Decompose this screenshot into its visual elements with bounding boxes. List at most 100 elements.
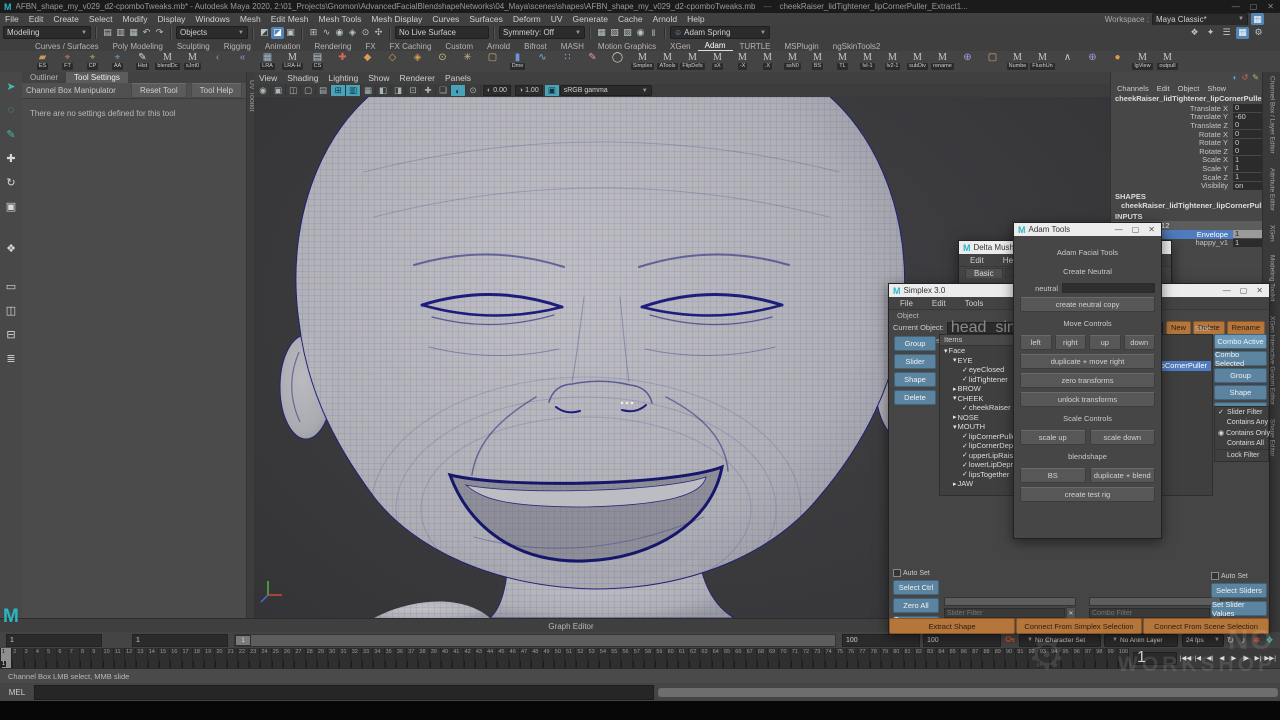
safe-action-icon[interactable]: ▥ [346,85,361,96]
timeline-frame-8[interactable]: 8 [79,648,90,668]
shelf-tab-xgen[interactable]: XGen [663,42,697,51]
connect-from-simplex-selection-button[interactable]: Connect From Simplex Selection [1016,618,1142,634]
mel-script-icon[interactable]: MsJnt0 [180,52,205,72]
collapsed-arrow-icon[interactable]: ▸ [953,480,957,488]
duplicate-move-right-button[interactable]: duplicate + move right [1020,354,1155,369]
camera-select-icon[interactable]: ◉ [256,85,271,96]
joint-tool-icon[interactable]: ⌖AA [105,52,130,72]
select-tool-icon[interactable]: ➤ [2,78,20,94]
menu-arnold[interactable]: Arnold [648,14,683,24]
sphere-icon[interactable]: ● [1105,52,1130,72]
field-chart-icon[interactable]: ⊞ [331,85,346,96]
minimize-button[interactable]: — [1232,2,1240,11]
timeline-frame-7[interactable]: 7 [68,648,79,668]
time-slider[interactable]: 1123456789101112131415161718192021222324… [0,648,1129,668]
timeline-frame-32[interactable]: 32 [350,648,361,668]
exposure-field[interactable]: ◐0.00 [483,85,511,96]
timeline-frame-64[interactable]: 64 [711,648,722,668]
shelf-tab-sculpting[interactable]: Sculpting [170,42,217,51]
step-back-frame-button[interactable]: ◀| [1204,651,1215,665]
timeline-frame-14[interactable]: 14 [147,648,158,668]
timeline-frame-45[interactable]: 45 [496,648,507,668]
workspace-select[interactable]: Maya Classic*▼ [1152,13,1248,26]
menu-select[interactable]: Select [84,14,118,24]
timeline-frame-1[interactable]: 11 [0,648,11,668]
diamond-icon[interactable]: ◇ [380,52,405,72]
reset-tool-button[interactable]: Reset Tool [131,83,187,98]
timeline-frame-91[interactable]: 91 [1015,648,1026,668]
mel-script-icon[interactable]: MblendDc [155,52,180,72]
tree-item-eye[interactable]: ▾EYE [940,356,1020,366]
lasso-icon[interactable]: ◯ [605,52,630,72]
move-down-button[interactable]: down [1124,335,1156,350]
mel-script-icon[interactable]: Mrename [930,52,955,72]
mel-script-icon[interactable]: MSimplex [630,52,655,72]
timeline-frame-20[interactable]: 20 [214,648,225,668]
slider-value-track[interactable] [944,597,1076,606]
tab-outliner[interactable]: Outliner [22,72,66,83]
barrel-icon[interactable]: ▮Dme [505,52,530,72]
modeling-toolkit-icon[interactable]: ❖ [1188,27,1201,39]
timeline-frame-49[interactable]: 49 [542,648,553,668]
timeline-frame-10[interactable]: 10 [102,648,113,668]
select-object-icon[interactable]: ◪ [271,27,284,39]
timeline-frame-54[interactable]: 54 [598,648,609,668]
menu-display[interactable]: Display [153,14,191,24]
mel-script-icon[interactable]: MsubDiv [905,52,930,72]
menu-mesh-tools[interactable]: Mesh Tools [314,14,367,24]
render-sequence-icon[interactable]: ▨ [621,27,634,39]
ipr-render-icon[interactable]: ▧ [608,27,621,39]
timeline-frame-70[interactable]: 70 [778,648,789,668]
timeline-frame-59[interactable]: 59 [654,648,665,668]
tree-item-nose[interactable]: ▸NOSE [940,413,1020,423]
expanded-arrow-icon[interactable]: ▾ [944,347,948,355]
menu-mesh[interactable]: Mesh [235,14,266,24]
render-settings-icon[interactable]: ◉ [634,27,647,39]
timeline-frame-96[interactable]: 96 [1072,648,1083,668]
timeline-frame-55[interactable]: 55 [609,648,620,668]
viewport-menu-shading[interactable]: Shading [282,73,323,83]
maximize-button[interactable]: ▢ [1132,225,1140,234]
timeline-frame-51[interactable]: 51 [564,648,575,668]
expanded-arrow-icon[interactable]: ▾ [953,356,957,364]
range-slider[interactable]: 1 [234,634,836,647]
mel-script-icon[interactable]: M.X [755,52,780,72]
maximize-button[interactable]: ▢ [1240,286,1248,295]
mel-script-icon[interactable]: MTL [830,52,855,72]
points-icon[interactable]: ∷ [555,52,580,72]
textured-icon[interactable]: ⊡ [406,85,421,96]
sphere-grid-icon[interactable]: ⊕ [955,52,980,72]
mel-script-icon[interactable]: MFlushUn [1030,52,1055,72]
step-back-key-button[interactable]: |◀ [1192,651,1203,665]
shape-node-name[interactable]: cheekRaiser_lidTightener_lipCornerPuller… [1111,201,1263,210]
timeline-frame-85[interactable]: 85 [948,648,959,668]
shelf-tab-adam[interactable]: Adam [698,41,733,51]
grab-icon[interactable]: ▢ [480,52,505,72]
timeline-frame-61[interactable]: 61 [677,648,688,668]
tree-item-lipstogether[interactable]: ✓lipsTogether [940,470,1020,480]
tree-item-jaw[interactable]: ▸JAW [940,479,1020,489]
timeline-frame-95[interactable]: 95 [1060,648,1071,668]
combo-selected-button[interactable]: Combo Selected [1214,351,1267,366]
timeline-frame-17[interactable]: 17 [181,648,192,668]
shelf-tab-fx-caching[interactable]: FX Caching [383,42,439,51]
graph-editor-bar[interactable]: Graph Editor [254,618,888,633]
move-left-button[interactable]: left [1020,335,1052,350]
timeline-frame-25[interactable]: 25 [271,648,282,668]
filter-option-contains-any[interactable]: Contains Any [1215,418,1268,429]
snap-to-grid-icon[interactable]: ⊞ [307,27,320,39]
timeline-frame-39[interactable]: 39 [429,648,440,668]
double-arrow-icon[interactable]: « [230,52,255,72]
maximize-button[interactable]: ▢ [1250,2,1258,11]
simplex-menu-file[interactable]: File [895,299,918,308]
grid-icon[interactable]: ▣ [271,85,286,96]
timeline-frame-4[interactable]: 4 [34,648,45,668]
locator-icon[interactable]: ⊙ [430,52,455,72]
redo-icon[interactable]: ↷ [153,27,166,39]
viewport-menu-show[interactable]: Show [363,73,394,83]
attribute-name[interactable]: Visibility [1111,181,1233,190]
select-component-icon[interactable]: ▣ [284,27,297,39]
shelf-tab-fx[interactable]: FX [358,42,382,51]
simplex-menu-edit[interactable]: Edit [927,299,951,308]
snap-to-plane-icon[interactable]: ◈ [346,27,359,39]
